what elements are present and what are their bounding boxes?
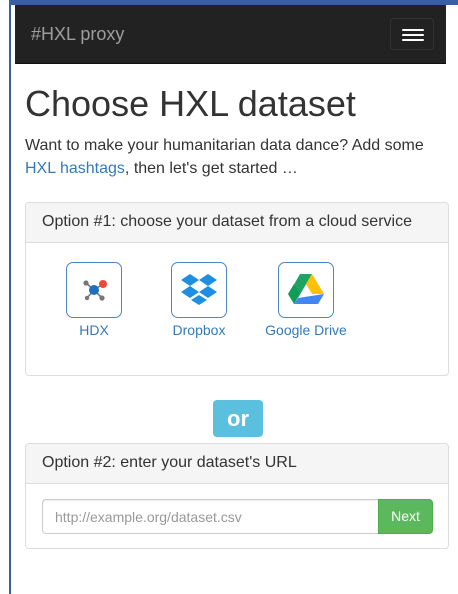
navbar: #HXL proxy [15,5,446,64]
dropbox-icon[interactable] [171,262,227,318]
option1-heading: Option #1: choose your dataset from a cl… [26,203,448,243]
or-divider-badge: or [213,400,263,437]
page-title: Choose HXL dataset [25,83,356,124]
hamburger-icon-bar [402,39,424,41]
hdx-label[interactable]: HDX [49,322,139,338]
option1-panel: Option #1: choose your dataset from a cl… [25,202,449,376]
hamburger-icon-bar [402,34,424,36]
google-drive-label[interactable]: Google Drive [261,322,351,338]
option2-heading: Option #2: enter your dataset's URL [26,444,448,484]
google-drive-icon[interactable] [278,262,334,318]
hxl-hashtags-link[interactable]: HXL hashtags [25,160,125,177]
next-button[interactable]: Next [378,499,433,534]
dropbox-label[interactable]: Dropbox [154,322,244,338]
hdx-icon[interactable] [66,262,122,318]
option2-panel: Option #2: enter your dataset's URL Next [25,443,449,549]
intro-text-end: , then let's get started … [124,160,298,177]
dataset-url-input[interactable] [42,499,378,534]
intro-text: Want to make your humanitarian data danc… [25,134,450,180]
hamburger-menu-button[interactable] [390,18,434,50]
google-drive-service[interactable]: Google Drive [261,262,351,338]
hdx-service[interactable]: HDX [49,262,139,338]
navbar-brand[interactable]: #HXL proxy [31,24,124,45]
intro-text-start: Want to make your humanitarian data danc… [25,137,424,154]
dropbox-service[interactable]: Dropbox [154,262,244,338]
hamburger-icon-bar [402,29,424,31]
